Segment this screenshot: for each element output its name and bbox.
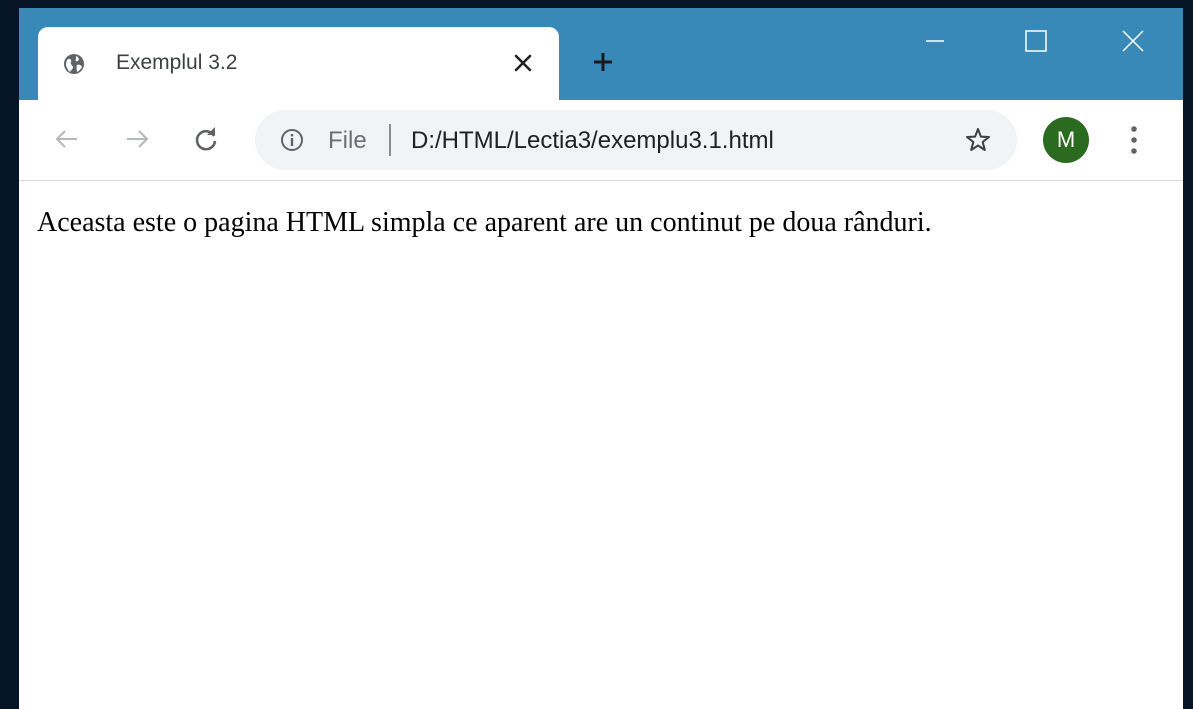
back-arrow-icon[interactable] [52,124,82,154]
close-tab-icon[interactable] [511,51,535,75]
scheme-label: File [328,127,367,154]
address-separator [389,124,391,156]
page-text: Aceasta este o pagina HTML simpla ce apa… [37,207,932,238]
forward-arrow-icon[interactable] [122,124,152,154]
tab-active[interactable]: Exemplul 3.2 [38,27,559,100]
bookmark-star-icon[interactable] [964,126,992,154]
url-text[interactable]: D:/HTML/Lectia3/exemplu3.1.html [411,127,774,155]
more-options-icon[interactable] [1123,124,1145,156]
browser-toolbar: File D:/HTML/Lectia3/exemplu3.1.html M [19,100,1183,181]
title-bar: Exemplul 3.2 [19,8,1183,100]
minimize-icon[interactable] [920,26,950,56]
close-window-icon[interactable] [1118,26,1148,56]
globe-icon [64,54,84,74]
profile-avatar[interactable]: M [1043,117,1089,163]
browser-window: Exemplul 3.2 File D:/HTML/Lectia3/exempl… [19,8,1183,709]
maximize-icon[interactable] [1021,26,1051,56]
page-content: Aceasta este o pagina HTML simpla ce apa… [19,181,1183,709]
address-bar[interactable]: File D:/HTML/Lectia3/exemplu3.1.html [255,110,1017,170]
info-icon[interactable] [280,128,304,152]
tab-title: Exemplul 3.2 [116,51,238,74]
reload-icon[interactable] [191,124,221,154]
new-tab-icon[interactable] [591,50,615,74]
